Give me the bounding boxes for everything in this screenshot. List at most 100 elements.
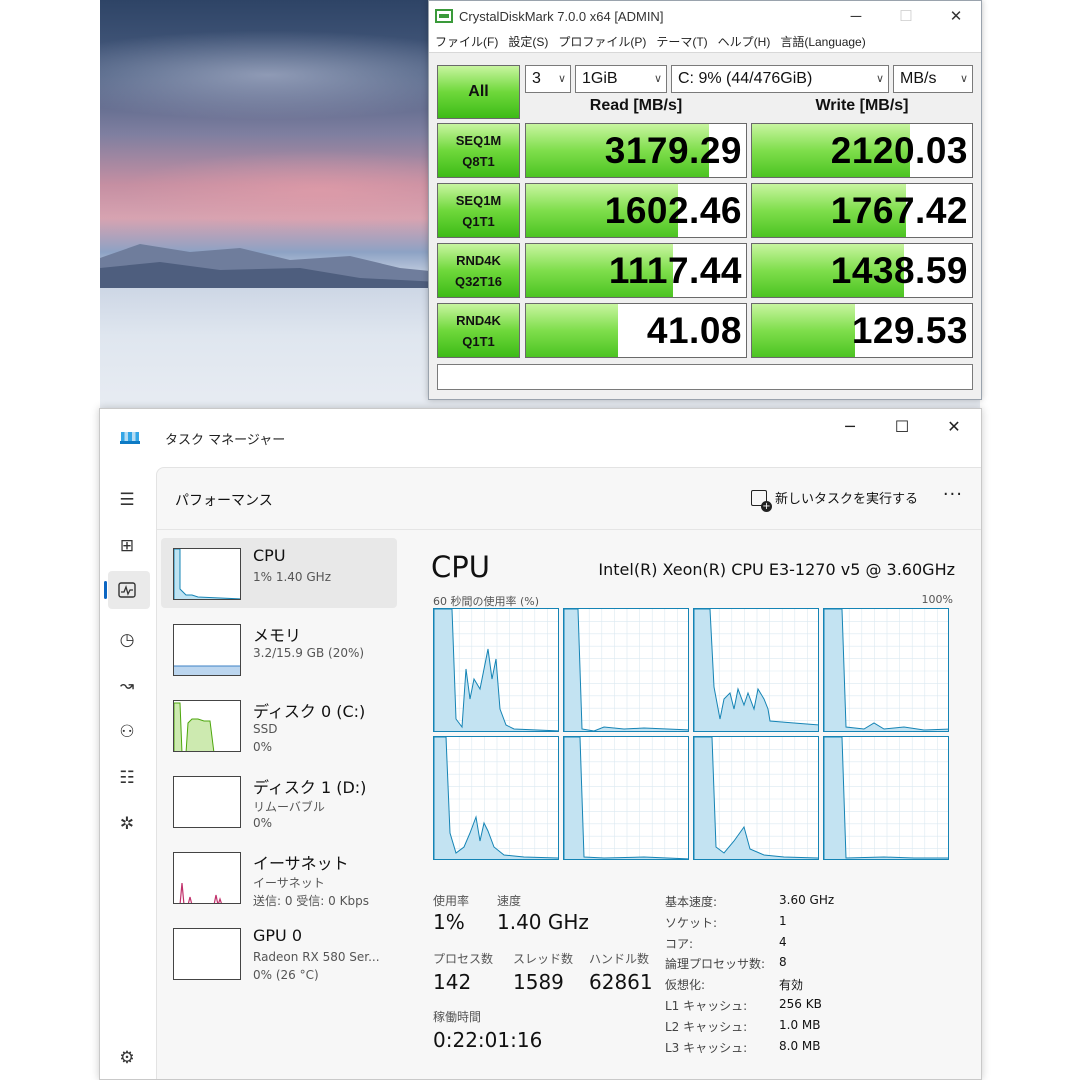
test-button[interactable]: SEQ1M Q1T1 — [437, 183, 520, 238]
run-new-task-label: 新しいタスクを実行する — [775, 492, 919, 507]
menu-file[interactable]: ファイル(F) — [433, 33, 506, 50]
process-count-label: プロセス数 — [433, 952, 494, 966]
resource-status: 0% (26 °C) — [253, 968, 319, 982]
spec-label: ソケット: — [665, 915, 718, 930]
count-select[interactable]: 3 ∨ — [525, 65, 571, 93]
graph-axis-label: 60 秒間の使用率 (%) — [433, 595, 540, 608]
close-icon[interactable]: ✕ — [931, 7, 981, 25]
resource-detail: 1% 1.40 GHz — [253, 570, 332, 584]
speed-label: 速度 — [497, 894, 522, 908]
details-icon[interactable]: ☷ — [114, 765, 140, 791]
cpu-detail-pane: CPU Intel(R) Xeon(R) CPU E3-1270 v5 @ 3.… — [407, 530, 981, 1079]
cpu-model: Intel(R) Xeon(R) CPU E3-1270 v5 @ 3.60GH… — [598, 560, 955, 579]
test-queue: Q32T16 — [455, 273, 502, 289]
more-options-icon[interactable]: ··· — [943, 484, 963, 505]
menu-theme[interactable]: テーマ(T) — [654, 33, 715, 50]
resource-item[interactable]: ディスク 1 (D:) リムーバブル 0% — [161, 766, 397, 836]
unit-select[interactable]: MB/s ∨ — [893, 65, 973, 93]
write-result: 1767.42 — [751, 183, 973, 238]
spec-label: L2 キャッシュ: — [665, 1019, 748, 1034]
resource-status: 0% — [253, 816, 273, 830]
minimize-icon[interactable]: ─ — [831, 8, 881, 25]
resource-name: ディスク 1 (D:) — [253, 778, 367, 797]
test-queue: Q1T1 — [462, 333, 495, 349]
process-count-value: 142 — [433, 970, 472, 994]
resource-name: ディスク 0 (C:) — [253, 702, 366, 721]
all-button[interactable]: All — [437, 65, 520, 119]
run-new-task-button[interactable]: 新しいタスクを実行する — [751, 488, 919, 512]
resource-mini-graph — [173, 852, 241, 904]
hamburger-menu-icon[interactable]: ☰ — [114, 487, 140, 513]
spec-value: 4 — [779, 934, 787, 949]
comment-field[interactable] — [437, 364, 973, 390]
chevron-down-icon: ∨ — [653, 73, 662, 85]
cdm-window-title: CrystalDiskMark 7.0.0 x64 [ADMIN] — [459, 8, 664, 24]
write-result-value: 129.53 — [851, 309, 968, 351]
settings-gear-icon[interactable]: ⚙ — [114, 1045, 140, 1071]
count-value: 3 — [532, 70, 541, 87]
menu-help[interactable]: ヘルプ(H) — [716, 33, 779, 50]
resource-status: 0% — [253, 740, 273, 754]
spec-value: 256 KB — [779, 997, 822, 1011]
uptime-label: 稼働時間 — [433, 1010, 482, 1024]
menu-profile[interactable]: プロファイル(P) — [556, 33, 654, 50]
resource-item[interactable]: CPU 1% 1.40 GHz — [161, 538, 397, 608]
chevron-down-icon: ∨ — [875, 73, 884, 85]
size-select[interactable]: 1GiB ∨ — [575, 65, 667, 93]
processes-icon[interactable]: ⊞ — [114, 533, 140, 559]
menu-language[interactable]: 言語(Language) — [778, 33, 873, 50]
usage-label: 使用率 — [433, 894, 470, 908]
spec-value: 1.0 MB — [779, 1017, 821, 1032]
cpu-heading: CPU — [431, 550, 490, 584]
close-icon[interactable]: ✕ — [934, 417, 974, 436]
test-button[interactable]: RND4K Q32T16 — [437, 243, 520, 298]
read-header: Read [MB/s] — [589, 97, 683, 114]
drive-select[interactable]: C: 9% (44/476GiB) ∨ — [671, 65, 889, 93]
graph-axis-max: 100% — [921, 593, 953, 606]
resource-item[interactable]: ディスク 0 (C:) SSD 0% — [161, 690, 397, 760]
task-manager-window: タスク マネージャー ─ ☐ ✕ ☰ ⊞ ◷ ↝ ⚇ ☷ ✲ ⚙ パフォーマンス… — [99, 408, 982, 1080]
resource-mini-graph — [173, 700, 241, 752]
test-button[interactable]: RND4K Q1T1 — [437, 303, 520, 358]
crystaldiskmark-window: CrystalDiskMark 7.0.0 x64 [ADMIN] ─ ☐ ✕ … — [428, 0, 982, 400]
write-result-value: 1438.59 — [830, 249, 968, 291]
cdm-titlebar[interactable]: CrystalDiskMark 7.0.0 x64 [ADMIN] ─ ☐ ✕ — [429, 1, 981, 31]
uptime-value: 0:22:01:16 — [433, 1028, 543, 1052]
startup-apps-icon[interactable]: ↝ — [114, 673, 140, 699]
logical-processor-graph — [433, 608, 559, 732]
services-icon[interactable]: ✲ — [114, 811, 140, 837]
handle-count-value: 62861 — [589, 970, 653, 994]
read-result-value: 1117.44 — [608, 249, 742, 291]
minimize-icon[interactable]: ─ — [830, 417, 870, 436]
write-result-bar — [752, 304, 856, 357]
performance-icon[interactable] — [114, 577, 140, 603]
test-name: RND4K — [456, 312, 501, 328]
menu-settings[interactable]: 設定(S) — [506, 33, 556, 50]
test-button[interactable]: SEQ1M Q8T1 — [437, 123, 520, 178]
logical-processor-graph — [823, 608, 949, 732]
tm-titlebar[interactable]: タスク マネージャー ─ ☐ ✕ — [100, 409, 981, 467]
resource-item[interactable]: メモリ 3.2/15.9 GB (20%) — [161, 614, 397, 684]
users-icon[interactable]: ⚇ — [114, 719, 140, 745]
resource-mini-graph — [173, 624, 241, 676]
resource-list: CPU 1% 1.40 GHz メモリ 3.2/15.9 GB (20%) ディ… — [157, 530, 407, 1079]
handle-count-label: ハンドル数 — [589, 952, 650, 966]
resource-mini-graph — [173, 928, 241, 980]
page-title: パフォーマンス — [175, 493, 273, 509]
tm-window-title: タスク マネージャー — [165, 433, 286, 448]
resource-detail: SSD — [253, 722, 278, 736]
resource-status: 送信: 0 受信: 0 Kbps — [253, 894, 369, 908]
read-result-value: 3179.29 — [604, 129, 742, 171]
read-result-value: 41.08 — [646, 309, 742, 351]
read-result-bar — [526, 304, 619, 357]
chevron-down-icon: ∨ — [557, 73, 566, 85]
unit-value: MB/s — [900, 70, 937, 87]
maximize-icon[interactable]: ☐ — [882, 417, 922, 436]
thread-count-value: 1589 — [513, 970, 564, 994]
write-result: 1438.59 — [751, 243, 973, 298]
resource-item[interactable]: イーサネット イーサネット 送信: 0 受信: 0 Kbps — [161, 842, 397, 912]
app-history-icon[interactable]: ◷ — [114, 627, 140, 653]
spec-value: 有効 — [779, 978, 804, 993]
resource-mini-graph — [173, 776, 241, 828]
resource-item[interactable]: GPU 0 Radeon RX 580 Ser... 0% (26 °C) — [161, 918, 397, 988]
